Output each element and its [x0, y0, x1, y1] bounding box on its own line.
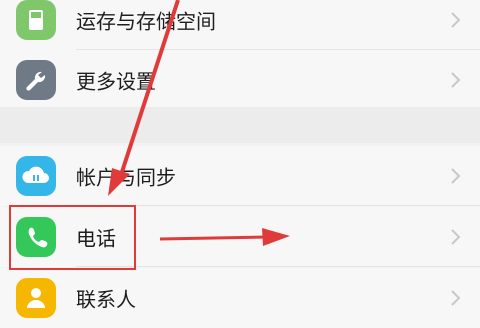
settings-item-accounts-sync[interactable]: 帐户与同步	[0, 146, 480, 206]
divider	[76, 205, 480, 206]
chevron-right-icon	[451, 290, 461, 306]
phone-icon	[16, 217, 56, 257]
settings-screen: 运存与存储空间 更多设置 帐户与同步 电话 联系人	[0, 0, 480, 328]
chevron-right-icon	[451, 72, 461, 88]
settings-item-label: 电话	[76, 226, 116, 251]
settings-item-more-settings[interactable]: 更多设置	[0, 50, 480, 110]
settings-item-label: 联系人	[76, 287, 136, 312]
contacts-icon	[16, 278, 56, 318]
settings-item-label: 帐户与同步	[76, 165, 176, 190]
settings-item-label: 更多设置	[76, 69, 156, 94]
chevron-right-icon	[451, 12, 461, 28]
storage-icon	[16, 0, 56, 40]
section-gap	[0, 107, 480, 143]
chevron-right-icon	[451, 168, 461, 184]
divider	[76, 266, 480, 267]
wrench-icon	[16, 60, 56, 100]
cloud-sync-icon	[16, 156, 56, 196]
settings-item-storage[interactable]: 运存与存储空间	[0, 0, 480, 50]
chevron-right-icon	[451, 229, 461, 245]
settings-item-contacts[interactable]: 联系人	[0, 268, 480, 328]
settings-item-label: 运存与存储空间	[76, 9, 216, 34]
settings-item-phone[interactable]: 电话	[0, 207, 480, 267]
